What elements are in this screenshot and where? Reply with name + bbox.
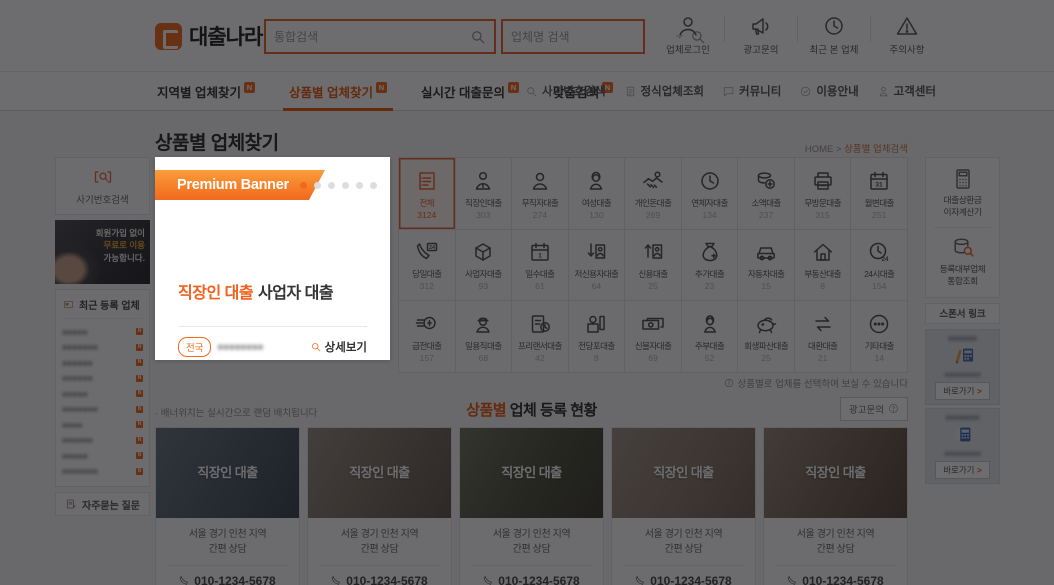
carousel-dot[interactable] [370,182,377,189]
premium-banner-card[interactable]: Premium Banner 직장인 대출사업자 대출 전국 ■■■■■■■■ … [155,157,390,360]
detail-link[interactable]: 상세보기 [310,339,367,355]
carousel-dot[interactable] [300,182,307,189]
search-icon [310,341,322,353]
premium-banner-title: 직장인 대출사업자 대출 [178,279,333,303]
carousel-dots [300,182,377,189]
carousel-dot[interactable] [342,182,349,189]
region-badge: 전국 [178,337,211,357]
masked-company-name: ■■■■■■■■ [217,342,263,353]
divider [178,326,367,327]
carousel-dot[interactable] [356,182,363,189]
carousel-dot[interactable] [314,182,321,189]
carousel-dot[interactable] [328,182,335,189]
